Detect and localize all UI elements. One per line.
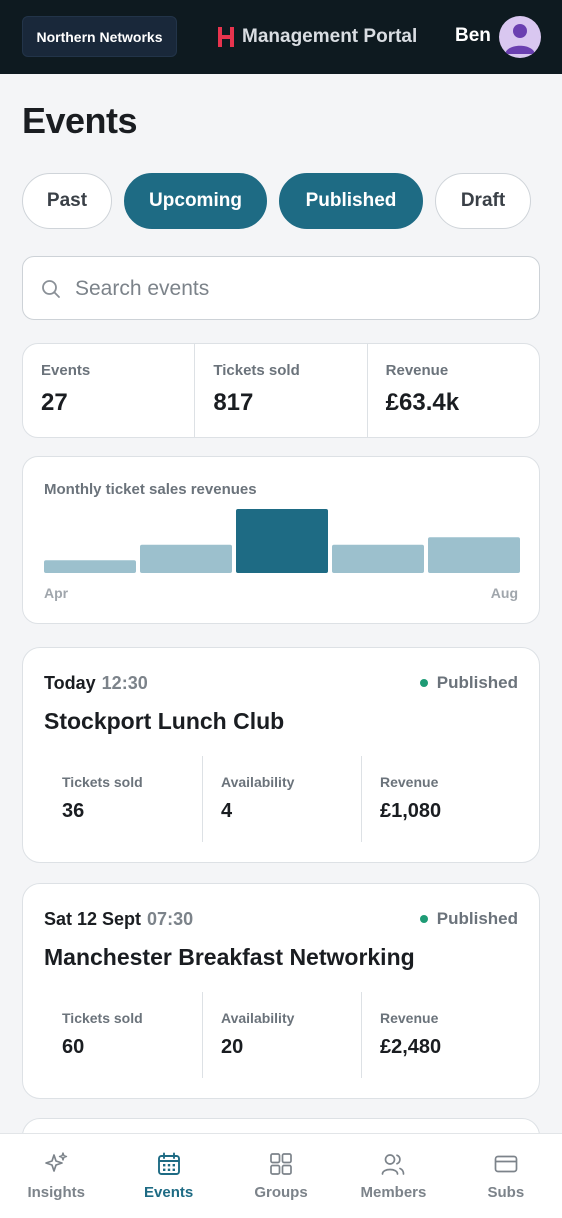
status-label: Published [436,909,518,928]
event-title: Stockport Lunch Club [44,708,285,734]
nav-label: Events [144,1184,194,1201]
stat-value: 817 [213,389,254,416]
metric-value: £2,480 [380,1036,442,1058]
metric-value: 20 [221,1036,244,1058]
stat-label: Revenue [385,362,449,379]
metric-label: Tickets sold [62,774,143,790]
logo-icon [218,27,234,47]
user-avatar-icon [505,24,535,54]
event-day: Sat 12 Sept [44,909,142,929]
nav-item-subs[interactable]: Subs [450,1134,562,1218]
stat-label: Events [41,362,91,379]
event-datetime: Today 12:30 [44,673,148,694]
search-box[interactable] [22,256,540,320]
chart-bar-jul [332,544,424,573]
nav-label: Insights [27,1184,85,1201]
search-icon [42,280,60,298]
filter-upcoming[interactable]: Upcoming [124,173,267,229]
nav-item-insights[interactable]: Insights [0,1134,112,1218]
status-dot-icon [419,915,428,923]
chart-bar-jun [236,509,328,573]
metric-value: 60 [62,1036,85,1058]
event-datetime: Sat 12 Sept 07:30 [44,909,193,930]
nav-label: Members [360,1184,427,1201]
nav-label: Groups [254,1184,308,1201]
stat-tickets-sold: Tickets sold 817 [195,344,368,437]
filter-published[interactable]: Published [279,173,423,229]
metric-label: Availability [221,1010,295,1026]
search-input[interactable] [75,269,515,309]
filter-past[interactable]: Past [22,173,112,229]
metric-availability: Availability 20 [203,992,362,1078]
stat-label: Tickets sold [213,362,300,379]
stat-value: 27 [41,389,68,416]
event-card[interactable]: Today 12:30 Published Stockport Lunch Clu… [22,647,540,863]
chart-bar-aug [428,537,520,573]
status-label: Published [436,673,518,692]
chart-bar-may [140,544,232,573]
metric-label: Availability [221,774,295,790]
stats-summary: Events 27 Tickets sold 817 Revenue £63.4… [22,343,540,438]
nav-item-groups[interactable]: Groups [225,1134,337,1218]
metric-value: £1,080 [380,800,442,822]
status-badge: Published [419,909,518,929]
page-title: Events [22,100,138,141]
top-bar: Northern Networks Management Portal Ben [0,0,562,74]
event-title: Manchester Breakfast Networking [44,944,415,970]
bottom-nav: Insights Events Groups Members Subs [0,1133,562,1218]
revenue-bar-chart [44,509,520,573]
event-card[interactable]: Sat 12 Sept 07:30 Published Manchester Br… [22,883,540,1099]
metric-value: 4 [221,800,233,822]
event-time: 07:30 [147,909,194,929]
avatar[interactable] [499,16,541,58]
chart-bar-apr [44,560,136,573]
event-metrics: Tickets sold 36 Availability 4 Revenue £… [44,756,520,842]
event-time: 12:30 [101,673,148,693]
metric-label: Revenue [380,774,439,790]
nav-label: Subs [487,1184,525,1201]
metric-revenue: Revenue £1,080 [362,756,520,842]
metric-revenue: Revenue £2,480 [362,992,520,1078]
card-icon [494,1155,518,1173]
stat-events: Events 27 [23,344,196,437]
portal-brand: Management Portal [218,24,417,50]
stat-revenue: Revenue £63.4k [368,344,539,437]
metric-tickets-sold: Tickets sold 60 [44,992,203,1078]
users-icon [382,1154,405,1175]
calendar-icon [157,1152,180,1175]
metric-label: Tickets sold [62,1010,143,1026]
revenue-chart-card: Monthly ticket sales revenues Apr Aug [22,456,540,624]
portal-title: Management Portal [242,26,418,47]
chart-end-label: Aug [490,585,518,601]
stat-value: £63.4k [385,389,460,416]
event-metrics: Tickets sold 60 Availability 20 Revenue … [44,992,520,1078]
filter-draft[interactable]: Draft [435,173,531,229]
status-badge: Published [419,673,518,693]
event-day: Today [44,673,96,693]
sparkle-icon [45,1152,68,1172]
chart-title: Monthly ticket sales revenues [44,481,257,498]
metric-availability: Availability 4 [203,756,362,842]
status-dot-icon [419,679,428,687]
nav-item-members[interactable]: Members [337,1134,449,1218]
metric-tickets-sold: Tickets sold 36 [44,756,203,842]
user-name[interactable]: Ben [455,25,491,47]
org-switcher-button[interactable]: Northern Networks [22,16,177,57]
nav-item-events[interactable]: Events [112,1134,224,1218]
metric-label: Revenue [380,1010,439,1026]
chart-start-label: Apr [44,585,69,601]
metric-value: 36 [62,800,85,822]
grid-icon [270,1153,292,1175]
